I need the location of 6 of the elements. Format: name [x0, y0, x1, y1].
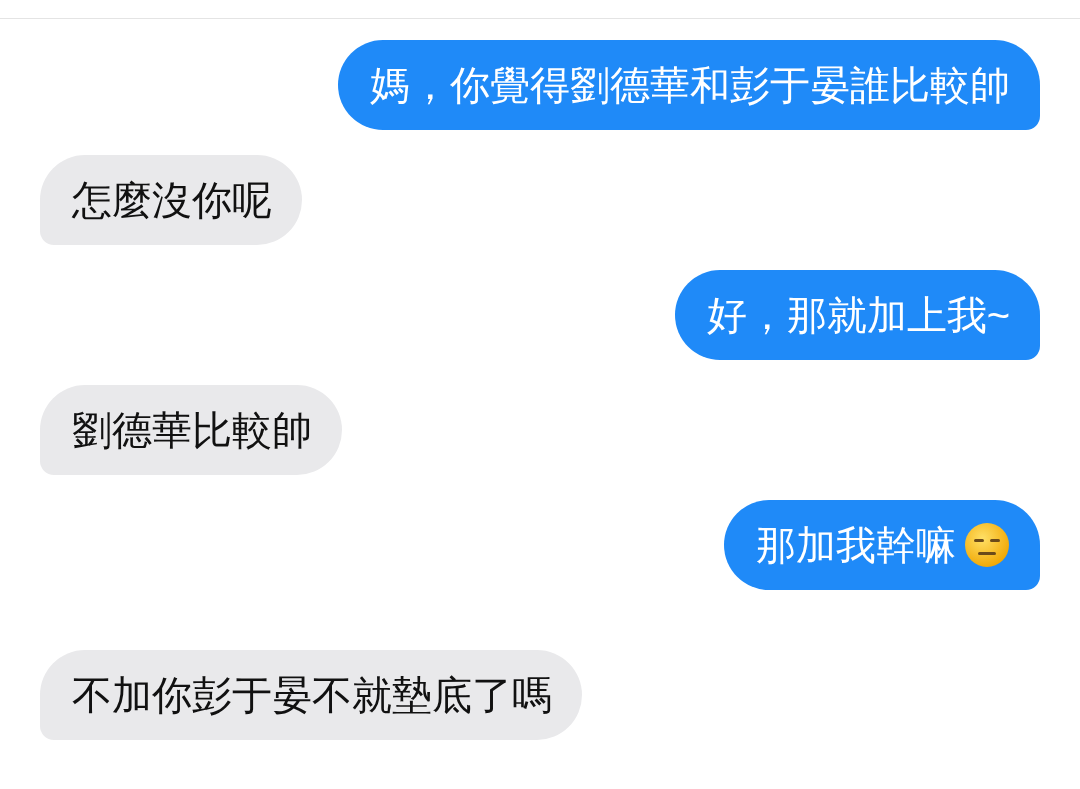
message-text: 怎麼沒你呢: [72, 177, 272, 224]
message-text: 不加你彭于晏不就墊底了嗎: [72, 672, 552, 719]
message-text: 好，那就加上我~: [706, 292, 1010, 339]
message-text: 那加我幹嘛: [756, 522, 956, 569]
message-text: 媽，你覺得劉德華和彭于晏誰比較帥: [370, 62, 1010, 109]
message-text: 劉德華比較帥: [72, 407, 312, 454]
